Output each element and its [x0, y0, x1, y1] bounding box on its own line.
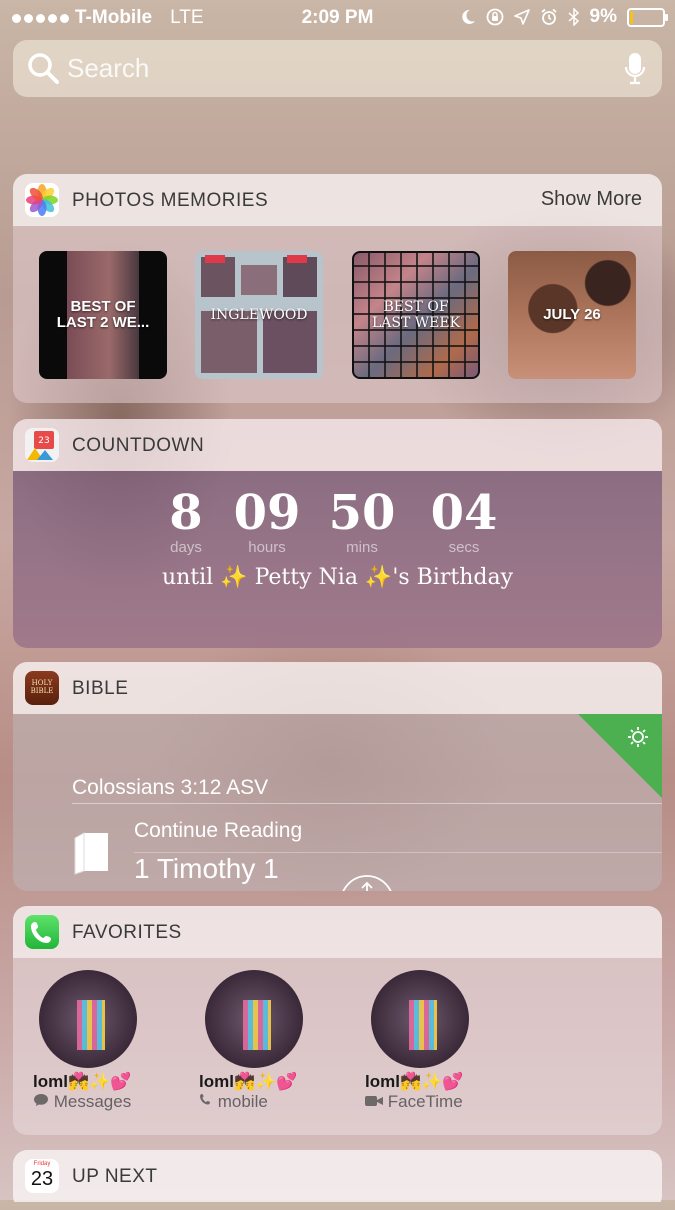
- secs-label: secs: [448, 539, 480, 556]
- memories-row: BEST OF LAST 2 WE... INGLEWOOD BEST OF L…: [13, 226, 662, 403]
- avatar: [371, 970, 469, 1068]
- rotation-lock-icon: [486, 8, 503, 26]
- contact-method-label: Messages: [53, 1092, 132, 1111]
- microphone-icon[interactable]: [624, 52, 646, 86]
- widget-header: PHOTOS MEMORIES Show More: [13, 174, 662, 226]
- status-bar: T-Mobile LTE 2:09 PM 9%: [0, 0, 675, 36]
- search-bar[interactable]: Search: [13, 40, 662, 97]
- bible-widget: HOLY BIBLE BIBLE Colossians 3:12 ASV Con…: [13, 662, 662, 891]
- memory-thumbnail[interactable]: JULY 26: [508, 251, 636, 379]
- show-more-button[interactable]: Show More: [541, 188, 642, 211]
- contact-method: mobile: [199, 1092, 309, 1112]
- countdown-app-icon[interactable]: 23: [25, 428, 59, 462]
- bible-icon-text: HOLY BIBLE: [30, 679, 54, 695]
- calendar-app-icon[interactable]: Friday 23: [25, 1159, 59, 1193]
- countdown-event-label: until ✨ Petty Nia ✨'s Birthday: [161, 565, 514, 590]
- mins-value: 50: [328, 485, 396, 541]
- bluetooth-icon: [568, 8, 579, 26]
- battery-icon: [627, 7, 668, 27]
- memory-label: INGLEWOOD: [210, 307, 308, 323]
- alarm-icon: [540, 8, 557, 25]
- countdown-body: 8 09 50 04 days hours mins secs until ✨ …: [13, 471, 662, 648]
- divider: [134, 852, 662, 853]
- bible-body: Colossians 3:12 ASV Continue Reading 1 T…: [13, 714, 662, 891]
- memory-thumbnail[interactable]: INGLEWOOD: [195, 251, 323, 379]
- contact-name: loml💏✨💕: [365, 1072, 464, 1091]
- search-placeholder: Search: [67, 53, 150, 83]
- verse-reference[interactable]: Colossians 3:12 ASV: [72, 776, 268, 800]
- memory-thumbnail[interactable]: BEST OF LAST WEEK: [352, 251, 480, 379]
- contact-method-label: mobile: [217, 1092, 268, 1111]
- current-book[interactable]: 1 Timothy 1: [134, 853, 279, 885]
- phone-app-icon[interactable]: [25, 915, 59, 949]
- share-icon: [361, 881, 373, 891]
- contact-method: Messages: [33, 1092, 143, 1112]
- memory-label: JULY 26: [543, 306, 601, 323]
- photos-app-icon[interactable]: [25, 183, 59, 217]
- widget-header: 23 COUNTDOWN: [13, 419, 662, 471]
- moon-icon: [461, 9, 475, 24]
- favorites-widget: FAVORITES loml💏✨💕 Messages loml💏✨💕 mobil…: [13, 906, 662, 1135]
- search-icon: [28, 53, 59, 84]
- battery-percent: 9%: [589, 6, 617, 27]
- calendar-day-name: Friday: [33, 1161, 51, 1167]
- mins-label: mins: [346, 539, 378, 556]
- memory-label: BEST OF LAST WEEK: [371, 299, 461, 331]
- contact-name: loml💏✨💕: [199, 1072, 298, 1091]
- widget-title: PHOTOS MEMORIES: [72, 190, 269, 211]
- phone-icon: [200, 1094, 210, 1105]
- message-bubble-icon: [34, 1094, 48, 1106]
- bible-app-icon[interactable]: HOLY BIBLE: [25, 671, 59, 705]
- widget-title: BIBLE: [72, 678, 129, 699]
- favorite-contact[interactable]: loml💏✨💕 Messages: [13, 970, 143, 1112]
- divider: [72, 803, 662, 804]
- contact-method-label: FaceTime: [387, 1092, 463, 1111]
- contact-name: loml💏✨💕: [33, 1072, 132, 1091]
- book-icon: [74, 832, 108, 875]
- day-mode-toggle[interactable]: [578, 714, 662, 798]
- widget-title: FAVORITES: [72, 922, 182, 943]
- widget-header: Friday 23 UP NEXT: [13, 1150, 662, 1202]
- avatar: [39, 970, 137, 1068]
- memory-label: BEST OF LAST 2 WE...: [56, 298, 150, 331]
- widget-header: HOLY BIBLE BIBLE: [13, 662, 662, 714]
- secs-value: 04: [430, 485, 498, 541]
- hours-label: hours: [248, 539, 286, 556]
- avatar: [205, 970, 303, 1068]
- widget-title: UP NEXT: [72, 1166, 158, 1187]
- countdown-widget: 23 COUNTDOWN 8 09 50 04 days hours mins …: [13, 419, 662, 648]
- video-camera-icon: [365, 1096, 383, 1106]
- location-icon: [513, 9, 530, 25]
- favorite-contact[interactable]: loml💏✨💕 mobile: [179, 970, 309, 1112]
- up-next-widget: Friday 23 UP NEXT: [13, 1150, 662, 1210]
- widget-title: COUNTDOWN: [72, 435, 205, 456]
- memory-thumbnail[interactable]: BEST OF LAST 2 WE...: [39, 251, 167, 379]
- contact-method: FaceTime: [365, 1092, 475, 1112]
- favorite-contact[interactable]: loml💏✨💕 FaceTime: [345, 970, 475, 1112]
- favorites-row: loml💏✨💕 Messages loml💏✨💕 mobile loml💏✨💕: [13, 958, 662, 1135]
- share-button[interactable]: [339, 874, 395, 891]
- hours-value: 09: [233, 485, 301, 541]
- svg-text:23: 23: [38, 436, 49, 446]
- photos-memories-widget: PHOTOS MEMORIES Show More BEST OF LAST 2…: [13, 174, 662, 403]
- calendar-day-number: 23: [30, 1168, 54, 1190]
- continue-reading-label[interactable]: Continue Reading: [134, 819, 302, 843]
- widget-header: FAVORITES: [13, 906, 662, 958]
